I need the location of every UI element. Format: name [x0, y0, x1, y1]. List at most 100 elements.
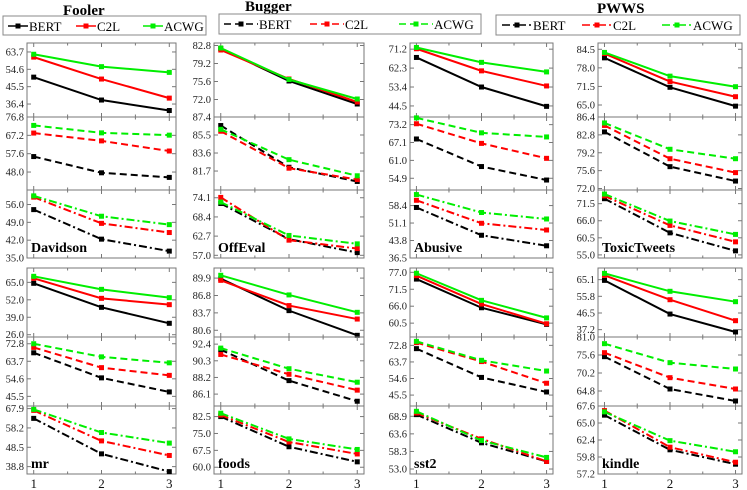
x-tick-label: 1 [413, 476, 420, 490]
data-point-c2l [218, 194, 224, 200]
x-tick-label: 1 [601, 476, 608, 490]
data-point-bert [286, 378, 292, 384]
y-tick-label: 81.0 [577, 333, 595, 344]
data-point-acwg [544, 315, 550, 321]
data-point-c2l [544, 227, 550, 233]
data-point-bert [99, 375, 104, 381]
data-point-acwg [667, 73, 673, 79]
data-point-bert [733, 178, 739, 184]
data-point-c2l [544, 380, 550, 386]
data-point-c2l [479, 140, 484, 146]
legend-marker-acwg [413, 21, 419, 27]
data-point-acwg [218, 199, 224, 205]
data-point-acwg [166, 440, 172, 446]
series-line-bert [220, 124, 358, 183]
legend-marker-c2l [83, 23, 89, 29]
data-point-acwg [166, 222, 172, 228]
y-tick-label: 55.8 [577, 292, 595, 303]
data-point-acwg [286, 77, 292, 82]
data-point-bert [99, 451, 104, 457]
data-point-c2l [286, 237, 292, 243]
series-line-acwg [220, 47, 358, 100]
y-tick-label: 84.5 [577, 45, 595, 56]
data-point-c2l [99, 365, 104, 371]
data-point-acwg [31, 51, 37, 57]
data-point-c2l [31, 130, 37, 136]
panel-Davidson-pwws: 35.0 42.0 49.0 56.0 Davidson [6, 189, 177, 265]
data-point-acwg [544, 216, 550, 222]
y-tick-label: 83.6 [193, 149, 211, 160]
panel-dataset-bugger: 54.9 61.0 67.1 73.2 [389, 115, 554, 191]
data-point-acwg [413, 338, 419, 344]
data-point-acwg [733, 84, 739, 90]
legend-label-bert: BERT [533, 18, 566, 33]
y-tick-label: 56.0 [6, 200, 24, 211]
data-point-c2l [733, 170, 739, 176]
y-tick-label: 86.1 [193, 390, 211, 401]
data-point-acwg [479, 297, 484, 303]
y-tick-label: 54.9 [389, 174, 407, 185]
y-tick-label: 67.1 [389, 138, 407, 149]
dataset-label: Davidson [31, 241, 87, 256]
data-point-bert [354, 398, 360, 404]
data-point-c2l [667, 297, 673, 303]
y-tick-label: 82.5 [193, 412, 211, 423]
data-point-c2l [544, 155, 550, 161]
panel-dataset-fooler: 72.0 75.6 79.2 82.8 [193, 41, 365, 118]
y-tick-label: 38.8 [6, 462, 24, 473]
data-point-bert [479, 164, 484, 170]
y-tick-label: 36.5 [389, 254, 407, 265]
data-point-bert [31, 207, 37, 213]
y-tick-label: 48.5 [6, 443, 24, 454]
y-tick-label: 60.0 [193, 463, 211, 474]
y-tick-label: 54.6 [6, 65, 24, 76]
y-tick-label: 48.0 [6, 168, 24, 179]
series-line-acwg [416, 46, 547, 73]
data-point-acwg [413, 192, 419, 198]
data-point-c2l [354, 316, 360, 322]
data-point-bert [166, 469, 172, 475]
data-point-acwg [413, 408, 419, 414]
data-point-bert [166, 108, 172, 114]
data-point-acwg [166, 360, 172, 366]
x-tick-label: 3 [732, 476, 739, 490]
data-point-bert [733, 329, 739, 335]
legend-marker-c2l [324, 21, 330, 27]
data-point-acwg [413, 270, 419, 276]
data-point-acwg [544, 454, 550, 460]
data-point-acwg [99, 130, 104, 136]
y-tick-label: 72.8 [389, 341, 407, 352]
y-tick-label: 80.6 [193, 326, 211, 337]
data-point-c2l [99, 138, 104, 144]
data-point-acwg [31, 341, 37, 347]
y-tick-label: 71.5 [577, 82, 595, 93]
data-point-c2l [667, 79, 673, 85]
y-tick-label: 60.5 [577, 233, 595, 244]
data-point-acwg [733, 156, 739, 162]
data-point-bert [733, 398, 739, 404]
dataset-label: foods [218, 457, 250, 472]
data-point-acwg [218, 126, 224, 132]
data-point-acwg [218, 410, 224, 416]
data-point-bert [99, 97, 104, 103]
data-point-acwg [99, 430, 104, 436]
dataset-label: OffEval [218, 241, 266, 256]
attack-results-chart-grid: Fooler BERT C2L ACWG Bugger BERT C2L ACWG PW… [2, 0, 743, 490]
y-tick-label: 60.5 [389, 319, 407, 330]
data-point-c2l [413, 121, 419, 127]
y-tick-label: 86.4 [577, 113, 596, 124]
legend-fooler: Fooler BERT C2L ACWG [2, 3, 207, 36]
y-tick-label: 79.2 [193, 59, 211, 70]
legend-marker-bert [514, 22, 520, 28]
panel-dataset-bugger: 48.0 57.6 67.2 76.8 [6, 113, 177, 191]
data-point-c2l [544, 321, 550, 327]
y-tick-label: 43.8 [389, 236, 407, 247]
panel-dataset-bugger: 45.5 54.6 63.7 72.8 [389, 336, 554, 407]
y-tick-label: 57.6 [6, 149, 24, 160]
y-tick-label: 63.7 [389, 357, 407, 368]
y-tick-label: 72.0 [193, 95, 211, 106]
y-tick-label: 63.7 [6, 357, 24, 368]
y-tick-label: 62.3 [389, 64, 407, 75]
data-point-c2l [166, 95, 172, 101]
data-point-acwg [544, 134, 550, 140]
